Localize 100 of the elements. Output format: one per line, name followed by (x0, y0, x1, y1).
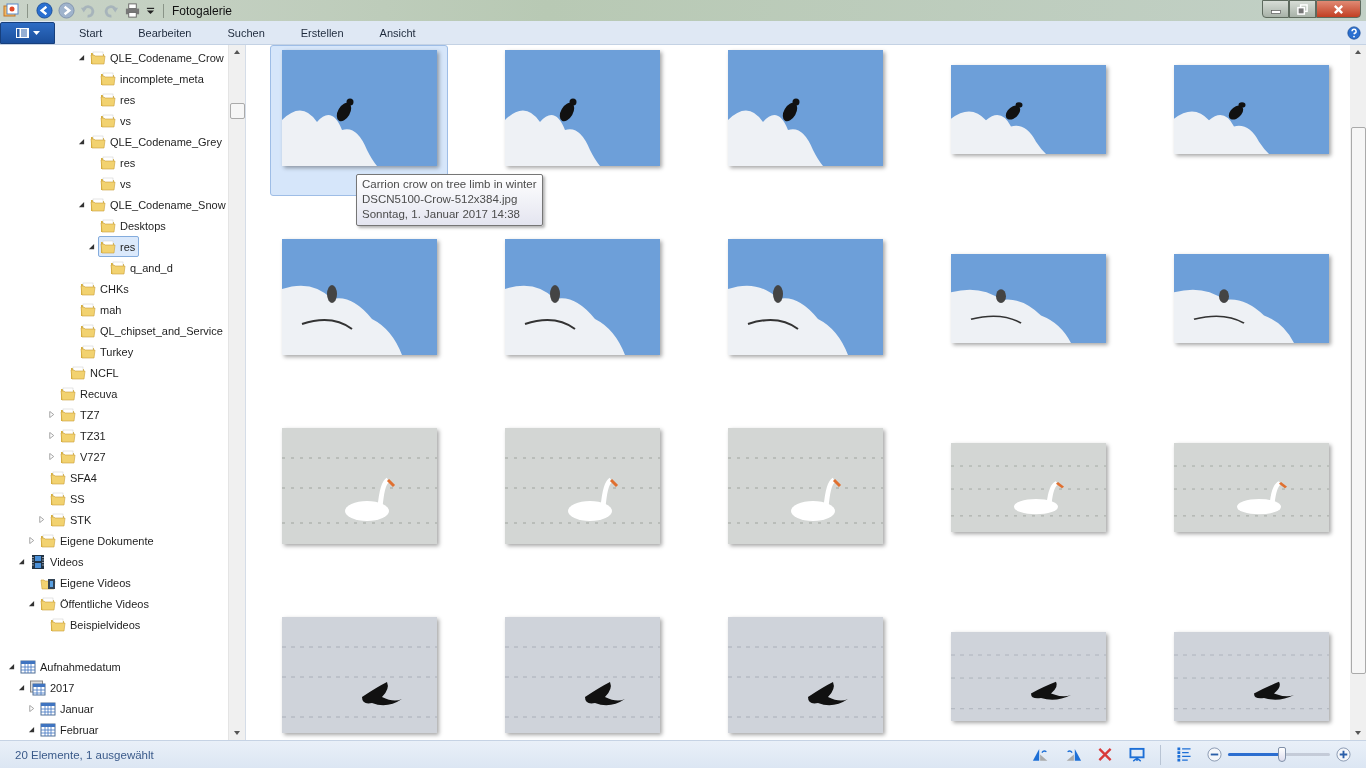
gallery-scrollbar[interactable] (1350, 45, 1366, 740)
help-icon[interactable] (1347, 25, 1361, 40)
tree-item[interactable]: Eigene Dokumente (38, 530, 158, 551)
crow-on-branch-photo[interactable] (504, 239, 660, 355)
rotate-right-icon[interactable] (1064, 747, 1082, 762)
scroll-down-icon[interactable] (1354, 729, 1362, 737)
tree-item[interactable]: Turkey (78, 341, 138, 362)
tree-item[interactable]: Januar (38, 698, 98, 719)
menu-tab[interactable]: Start (71, 21, 111, 44)
tree-item[interactable]: Desktops (98, 215, 170, 236)
flying-bird-photo[interactable] (504, 617, 660, 733)
folder-icon (100, 70, 116, 87)
folder-icon (90, 49, 106, 66)
zoom-slider[interactable] (1228, 746, 1330, 763)
menu-tab[interactable]: Erstellen (292, 21, 352, 44)
crow-on-tree-photo[interactable] (950, 65, 1106, 154)
menu-tab[interactable]: Ansicht (371, 21, 424, 44)
crow-on-branch-photo[interactable] (727, 239, 883, 355)
tree-item[interactable]: res (98, 89, 140, 110)
expanded-arrow-icon[interactable] (28, 600, 35, 607)
delete-icon[interactable] (1096, 747, 1114, 762)
slideshow-icon[interactable] (1128, 747, 1146, 762)
minimize-button[interactable] (1262, 0, 1289, 18)
tree-item[interactable]: QLE_Codename_Grey (88, 131, 226, 152)
tree-item[interactable]: vs (98, 173, 135, 194)
tree-item[interactable]: TZ31 (58, 425, 110, 446)
details-view-icon[interactable] (1175, 747, 1193, 762)
caret-icon[interactable] (146, 6, 155, 15)
tree-item[interactable]: Aufnahmedatum (18, 656, 125, 677)
menu-tab[interactable]: Bearbeiten (130, 21, 200, 44)
zoom-out-icon[interactable] (1207, 747, 1222, 762)
tree-item[interactable]: Eigene Videos (38, 572, 135, 593)
scroll-thumb[interactable] (1350, 127, 1366, 674)
crow-on-branch-photo[interactable] (281, 239, 437, 355)
print-icon[interactable] (124, 2, 141, 19)
crow-on-branch-photo[interactable] (950, 254, 1106, 343)
selected-thumbnail-frame[interactable] (270, 45, 448, 196)
scroll-down-icon[interactable] (233, 729, 241, 737)
tree-item[interactable]: NCFL (68, 362, 123, 383)
flying-bird-photo[interactable] (727, 617, 883, 733)
forward-icon[interactable] (58, 2, 75, 19)
expanded-arrow-icon[interactable] (18, 684, 25, 691)
tree-item[interactable]: SS (48, 488, 89, 509)
tree-item[interactable]: Öffentliche Videos (38, 593, 153, 614)
tree-item[interactable]: QLE_Codename_Snow (88, 194, 228, 215)
collapsed-arrow-icon[interactable] (28, 537, 35, 544)
expanded-arrow-icon[interactable] (78, 54, 85, 61)
gallery-app-icon[interactable] (3, 2, 19, 19)
zoom-in-icon[interactable] (1336, 747, 1351, 762)
collapsed-arrow-icon[interactable] (48, 411, 55, 418)
rotate-left-icon[interactable] (1032, 747, 1050, 762)
expanded-arrow-icon[interactable] (78, 138, 85, 145)
list-caret-icon (14, 26, 41, 39)
scroll-up-icon[interactable] (233, 48, 241, 56)
folder-icon (90, 133, 106, 150)
sidebar-scrollbar[interactable] (228, 45, 245, 740)
tree-item[interactable]: res (98, 236, 140, 257)
tree-item[interactable]: Recuva (58, 383, 122, 404)
crow-on-branch-photo[interactable] (1173, 254, 1329, 343)
tree-item[interactable]: q_and_d (108, 257, 177, 278)
flying-bird-photo[interactable] (281, 617, 437, 733)
tree-item[interactable]: QLE_Codename_Crow (88, 47, 228, 68)
expanded-arrow-icon[interactable] (8, 663, 15, 670)
collapsed-arrow-icon[interactable] (48, 453, 55, 460)
scroll-up-icon[interactable] (1354, 48, 1362, 56)
flying-bird-photo[interactable] (950, 632, 1106, 721)
expanded-arrow-icon[interactable] (28, 726, 35, 733)
crow-on-tree-photo[interactable] (727, 50, 883, 166)
expanded-arrow-icon[interactable] (88, 243, 95, 250)
collapsed-arrow-icon[interactable] (28, 705, 35, 712)
flying-bird-photo[interactable] (1173, 632, 1329, 721)
tree-item[interactable]: Februar (38, 719, 103, 740)
app-menu-button[interactable] (0, 21, 55, 44)
tree-item[interactable]: TZ7 (58, 404, 104, 425)
back-icon[interactable] (36, 2, 53, 19)
scroll-thumb[interactable] (229, 103, 245, 119)
expanded-arrow-icon[interactable] (18, 558, 25, 565)
tree-item[interactable]: incomplete_meta (98, 68, 208, 89)
tree-item[interactable]: QL_chipset_and_Service (78, 320, 227, 341)
tree-item[interactable]: 2017 (28, 677, 79, 698)
restore-button[interactable] (1289, 0, 1316, 18)
tree-item[interactable]: res (98, 152, 140, 173)
crow-on-tree-photo[interactable] (281, 50, 437, 166)
tree-item[interactable]: V727 (58, 446, 110, 467)
folder-icon (50, 616, 66, 633)
tree-item[interactable]: SFA4 (48, 467, 101, 488)
tree-item[interactable]: CHKs (78, 278, 133, 299)
tree-item[interactable]: vs (98, 110, 135, 131)
collapsed-arrow-icon[interactable] (38, 516, 45, 523)
menu-tab[interactable]: Suchen (219, 21, 273, 44)
crow-on-tree-photo[interactable] (1173, 65, 1329, 154)
slider-thumb[interactable] (1278, 746, 1287, 762)
tree-item[interactable]: mah (78, 299, 126, 320)
collapsed-arrow-icon[interactable] (48, 432, 55, 439)
expanded-arrow-icon[interactable] (78, 201, 85, 208)
tree-item[interactable]: Videos (28, 551, 88, 572)
close-button[interactable] (1316, 0, 1361, 18)
crow-on-tree-photo[interactable] (504, 50, 660, 166)
tree-item[interactable]: STK (48, 509, 96, 530)
tree-item[interactable]: Beispielvideos (48, 614, 145, 635)
